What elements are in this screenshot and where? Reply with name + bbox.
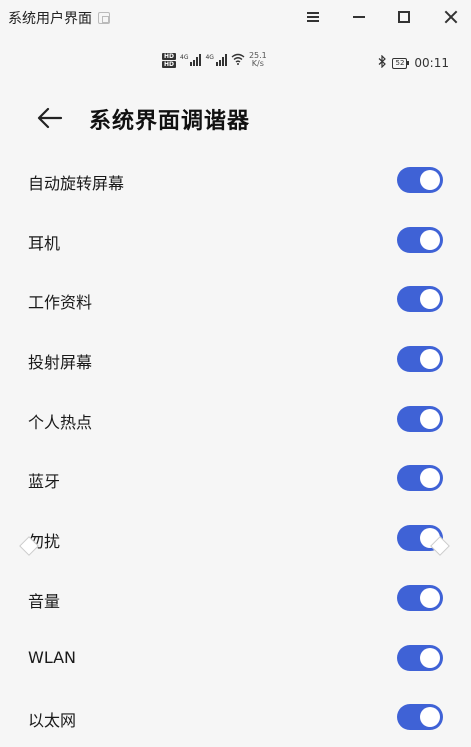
bluetooth-toggle[interactable]	[397, 465, 443, 492]
setting-label: WLAN	[28, 647, 77, 667]
setting-label: 音量	[28, 591, 61, 611]
setting-row-ethernet[interactable]: 以太网	[0, 687, 471, 747]
pin-icon[interactable]	[98, 12, 110, 24]
window-title-text: 系统用户界面	[8, 11, 92, 27]
page-header: 系统界面调谐器	[0, 96, 471, 140]
speed-unit: K/s	[251, 59, 264, 68]
setting-row-bluetooth[interactable]: 蓝牙	[0, 448, 471, 508]
close-icon	[444, 10, 458, 24]
hotspot-toggle[interactable]	[397, 405, 443, 432]
page-title: 系统界面调谐器	[89, 109, 251, 134]
network-type-2: 4G	[205, 54, 214, 61]
setting-row-dnd[interactable]: 勿扰	[0, 508, 471, 568]
network-type-1: 4G	[180, 54, 189, 61]
status-left: HD HD 4G 4G 25.1 K/s	[162, 52, 267, 68]
clock: 00:11	[414, 56, 449, 70]
cast-screen-toggle[interactable]	[397, 346, 443, 373]
setting-row-volume[interactable]: 音量	[0, 568, 471, 628]
arrow-left-icon	[37, 107, 63, 129]
hd-badge-1: HD	[162, 52, 177, 60]
setting-label: 以太网	[28, 711, 77, 731]
setting-row-wlan[interactable]: WLAN	[0, 628, 471, 688]
status-bar: HD HD 4G 4G 25.1 K/s 52 00:11	[0, 50, 471, 76]
signal-icon-1: 4G	[180, 54, 202, 66]
menu-button[interactable]	[302, 6, 324, 28]
setting-row-hotspot[interactable]: 个人热点	[0, 389, 471, 449]
ethernet-toggle[interactable]	[397, 704, 443, 731]
headphones-toggle[interactable]	[397, 226, 443, 253]
back-button[interactable]	[36, 104, 66, 132]
battery-icon: 52	[392, 57, 410, 69]
settings-list: 自动旋转屏幕 耳机 工作资料 投射屏幕 个人热点 蓝牙 勿扰 音量 WLAN 以…	[0, 150, 471, 747]
setting-label: 投射屏幕	[28, 353, 93, 373]
maximize-icon	[398, 11, 410, 23]
volume-toggle[interactable]	[397, 584, 443, 611]
minimize-icon	[353, 16, 365, 18]
battery-level: 52	[392, 57, 408, 69]
setting-label: 自动旋转屏幕	[28, 174, 125, 193]
setting-row-headphones[interactable]: 耳机	[0, 210, 471, 270]
setting-label: 耳机	[28, 233, 61, 253]
setting-label: 蓝牙	[28, 472, 61, 492]
hamburger-icon	[307, 10, 319, 24]
window-title-bar: 系统用户界面	[0, 0, 471, 34]
hd-badge-2: HD	[162, 60, 177, 68]
setting-row-auto-rotate[interactable]: 自动旋转屏幕	[0, 150, 471, 210]
network-speed: 25.1 K/s	[249, 52, 267, 68]
auto-rotate-toggle[interactable]	[397, 167, 443, 193]
work-profile-toggle[interactable]	[397, 286, 443, 313]
status-right: 52 00:11	[378, 54, 449, 71]
hd-badges: HD HD	[162, 52, 177, 68]
wlan-toggle[interactable]	[397, 644, 443, 671]
wifi-icon	[231, 53, 245, 68]
minimize-button[interactable]	[348, 6, 370, 28]
setting-row-work-profile[interactable]: 工作资料	[0, 269, 471, 329]
window-title: 系统用户界面	[8, 8, 110, 28]
setting-label: 个人热点	[28, 412, 93, 432]
maximize-button[interactable]	[393, 6, 415, 28]
close-button[interactable]	[440, 6, 462, 28]
setting-row-cast-screen[interactable]: 投射屏幕	[0, 329, 471, 389]
setting-label: 工作资料	[28, 293, 93, 313]
bluetooth-icon	[378, 54, 387, 71]
signal-icon-2: 4G	[205, 54, 227, 66]
